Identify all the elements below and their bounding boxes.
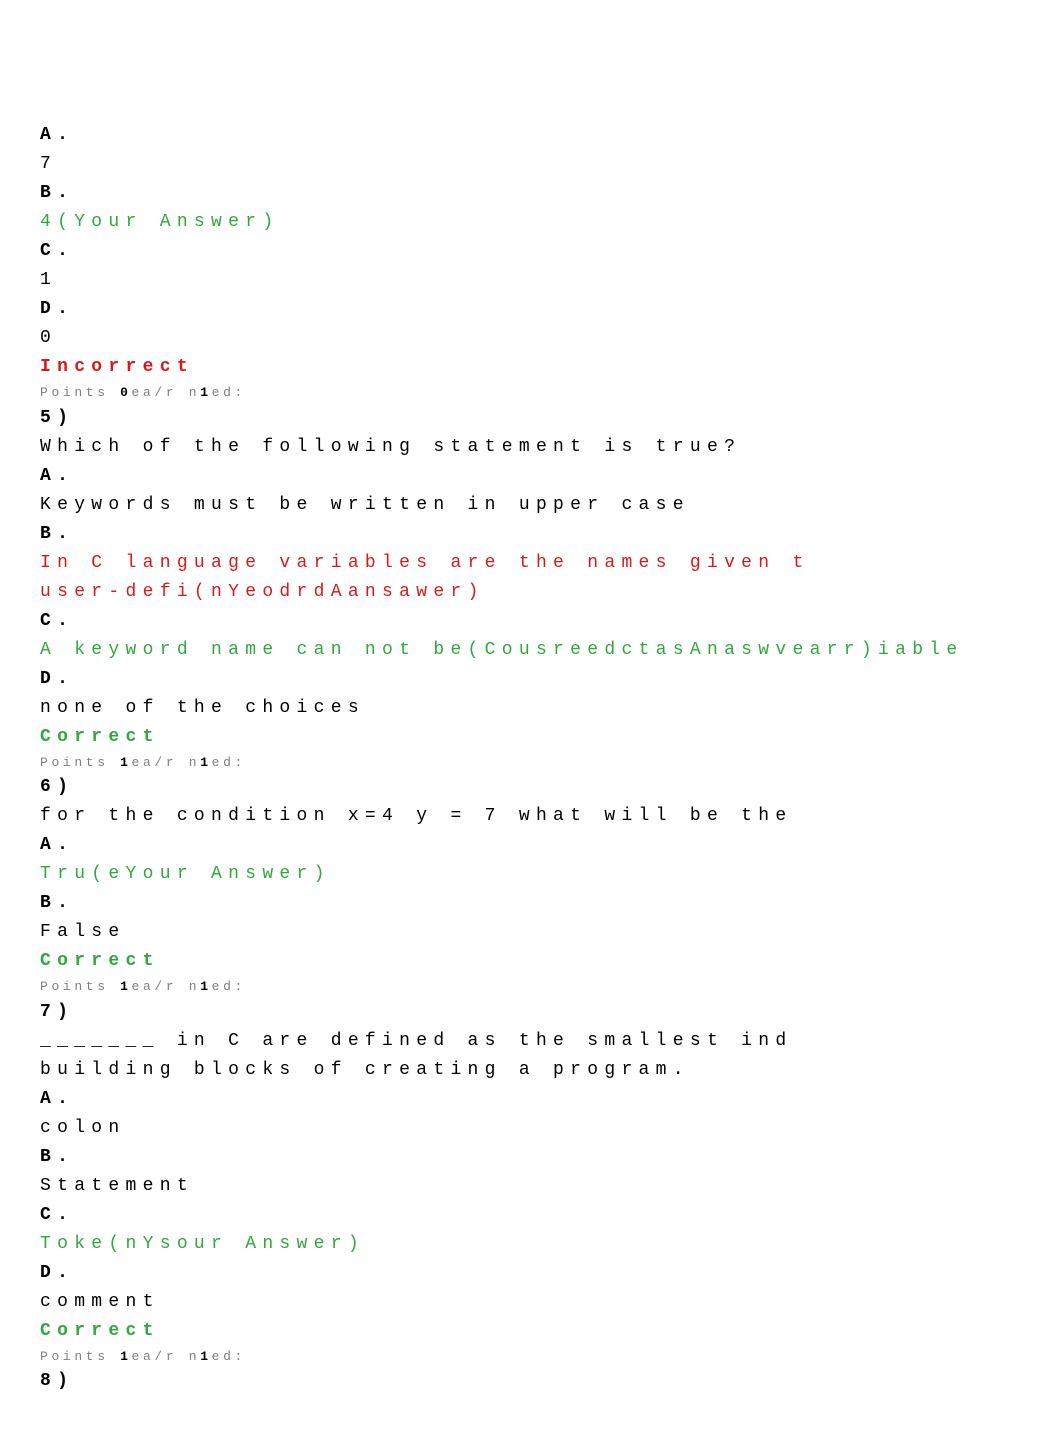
points-prefix: Points xyxy=(40,755,120,770)
q4-option-c-text: 1 xyxy=(40,267,1022,294)
points-suffix: ed: xyxy=(212,755,246,770)
q7-option-b-text: Statement xyxy=(40,1173,1022,1200)
points-prefix: Points xyxy=(40,1349,120,1364)
q6-prompt: for the condition x=4 y = 7 what will be… xyxy=(40,803,1022,830)
q5-option-b-text-line1: In C language variables are the names gi… xyxy=(40,550,1022,577)
q5-option-d-label: D. xyxy=(40,666,1022,693)
q5-result: Correct xyxy=(40,724,1022,751)
q6-result: Correct xyxy=(40,948,1022,975)
points-score: 0 xyxy=(120,385,131,400)
q6-points: Points 1ea/r n1ed: xyxy=(40,977,1022,997)
q7-result: Correct xyxy=(40,1318,1022,1345)
points-prefix: Points xyxy=(40,979,120,994)
q7-number: 7) xyxy=(40,999,1022,1026)
q5-prompt: Which of the following statement is true… xyxy=(40,434,1022,461)
q7-option-c-label: C. xyxy=(40,1202,1022,1229)
q7-option-b-label: B. xyxy=(40,1144,1022,1171)
q6-number: 6) xyxy=(40,774,1022,801)
q4-points: Points 0ea/r n1ed: xyxy=(40,383,1022,403)
q4-option-d-text: 0 xyxy=(40,325,1022,352)
q7-option-c-text: Toke(nYsour Answer) xyxy=(40,1231,1022,1258)
points-score: 1 xyxy=(120,1349,131,1364)
q4-option-b-label: B. xyxy=(40,180,1022,207)
q6-option-a-text: Tru(eYour Answer) xyxy=(40,861,1022,888)
q5-option-c-label: C. xyxy=(40,608,1022,635)
q5-option-a-label: A. xyxy=(40,463,1022,490)
points-mid: ea/r n xyxy=(132,755,201,770)
q5-option-b-text-line2: user-defi(nYeodrdAansawer) xyxy=(40,579,1022,606)
q4-option-d-label: D. xyxy=(40,296,1022,323)
q7-option-a-label: A. xyxy=(40,1086,1022,1113)
q7-option-d-label: D. xyxy=(40,1260,1022,1287)
points-prefix: Points xyxy=(40,385,120,400)
q4-option-c-label: C. xyxy=(40,238,1022,265)
q4-result: Incorrect xyxy=(40,354,1022,381)
q8-number: 8) xyxy=(40,1368,1022,1395)
q4-option-a-text: 7 xyxy=(40,151,1022,178)
points-score-2: 1 xyxy=(200,755,211,770)
q7-prompt-line1: _______ in C are defined as the smallest… xyxy=(40,1028,1022,1055)
q5-option-b-label: B. xyxy=(40,521,1022,548)
points-score: 1 xyxy=(120,979,131,994)
points-score-2: 1 xyxy=(200,1349,211,1364)
q5-option-d-text: none of the choices xyxy=(40,695,1022,722)
q7-prompt-line2: building blocks of creating a program. xyxy=(40,1057,1022,1084)
q6-option-a-label: A. xyxy=(40,832,1022,859)
points-mid: ea/r n xyxy=(132,385,201,400)
points-suffix: ed: xyxy=(212,979,246,994)
q5-option-a-text: Keywords must be written in upper case xyxy=(40,492,1022,519)
points-suffix: ed: xyxy=(212,1349,246,1364)
points-mid: ea/r n xyxy=(132,979,201,994)
q4-option-b-text: 4(Your Answer) xyxy=(40,209,1022,236)
points-score-2: 1 xyxy=(200,385,211,400)
q5-number: 5) xyxy=(40,405,1022,432)
points-mid: ea/r n xyxy=(132,1349,201,1364)
q4-option-a-label: A. xyxy=(40,122,1022,149)
q7-option-a-text: colon xyxy=(40,1115,1022,1142)
q7-option-d-text: comment xyxy=(40,1289,1022,1316)
q7-points: Points 1ea/r n1ed: xyxy=(40,1347,1022,1367)
points-suffix: ed: xyxy=(212,385,246,400)
q6-option-b-label: B. xyxy=(40,890,1022,917)
points-score-2: 1 xyxy=(200,979,211,994)
q5-points: Points 1ea/r n1ed: xyxy=(40,753,1022,773)
quiz-page: A. 7 B. 4(Your Answer) C. 1 D. 0 Incorre… xyxy=(0,0,1062,1437)
q6-option-b-text: False xyxy=(40,919,1022,946)
points-score: 1 xyxy=(120,755,131,770)
q5-option-c-text: A keyword name can not be(CousreedctasAn… xyxy=(40,637,1022,664)
